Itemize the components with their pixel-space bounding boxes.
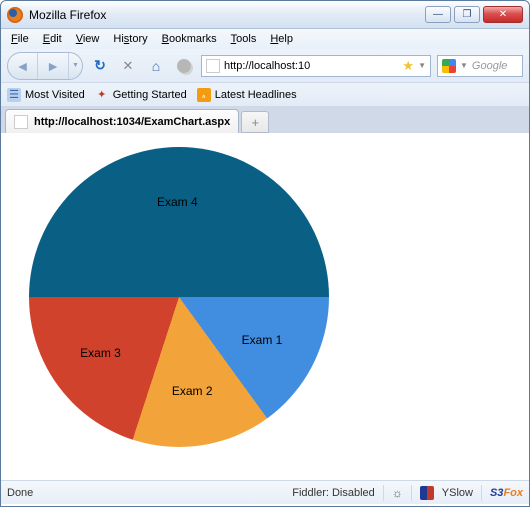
bookmark-label: Getting Started xyxy=(113,89,187,101)
pie-slice-label: Exam 1 xyxy=(242,333,283,347)
menubar: File Edit View History Bookmarks Tools H… xyxy=(1,29,529,49)
minimize-button[interactable]: — xyxy=(425,6,451,23)
pie-graphic xyxy=(29,147,329,447)
getting-started-icon: ✦ xyxy=(95,88,109,102)
menu-file[interactable]: File xyxy=(5,32,35,46)
tab-favicon xyxy=(14,115,28,129)
url-bar[interactable]: http://localhost:10 ★ ▼ xyxy=(201,55,431,77)
search-bar[interactable]: ▼ Google xyxy=(437,55,523,77)
close-button[interactable]: ✕ xyxy=(483,6,523,23)
firebug-icon[interactable]: ☼ xyxy=(392,486,403,500)
url-dropdown-icon[interactable]: ▼ xyxy=(418,61,426,70)
menu-tools[interactable]: Tools xyxy=(225,32,263,46)
rss-icon: ៱ xyxy=(197,88,211,102)
menu-view[interactable]: View xyxy=(70,32,106,46)
home-button[interactable]: ⌂ xyxy=(145,55,167,77)
bookmarks-toolbar: ☰ Most Visited ✦ Getting Started ៱ Lates… xyxy=(1,83,529,107)
menu-edit[interactable]: Edit xyxy=(37,32,68,46)
pie-chart: Exam 1 Exam 2 Exam 3 Exam 4 xyxy=(29,147,329,447)
nav-history-dropdown[interactable]: ▼ xyxy=(68,53,82,79)
maximize-button[interactable]: ❐ xyxy=(454,6,480,23)
bookmark-getting-started[interactable]: ✦ Getting Started xyxy=(95,88,187,102)
s3fox-label[interactable]: S3Fox xyxy=(490,487,523,499)
pie-slice-label: Exam 3 xyxy=(80,346,121,360)
stop-button[interactable]: ✕ xyxy=(117,55,139,77)
status-bar: Done Fiddler: Disabled ☼ YSlow S3Fox xyxy=(1,480,529,504)
back-button[interactable]: ◄ xyxy=(8,53,38,79)
most-visited-icon: ☰ xyxy=(7,88,21,102)
pie-slice-label: Exam 2 xyxy=(172,384,213,398)
tab-strip: http://localhost:1034/ExamChart.aspx + xyxy=(1,107,529,133)
firefox-icon xyxy=(7,7,23,23)
google-icon xyxy=(442,59,456,73)
search-engine-dropdown[interactable]: ▼ xyxy=(460,61,468,70)
page-content: Exam 1 Exam 2 Exam 3 Exam 4 xyxy=(1,133,529,480)
new-tab-button[interactable]: + xyxy=(241,111,269,133)
pie-slice-label: Exam 4 xyxy=(157,195,198,209)
menu-bookmarks[interactable]: Bookmarks xyxy=(156,32,223,46)
window-titlebar: Mozilla Firefox — ❐ ✕ xyxy=(1,1,529,29)
bookmark-latest-headlines[interactable]: ៱ Latest Headlines xyxy=(197,88,297,102)
fiddler-status[interactable]: Fiddler: Disabled xyxy=(292,487,375,499)
yslow-label[interactable]: YSlow xyxy=(442,487,473,499)
menu-history[interactable]: History xyxy=(107,32,153,46)
search-placeholder: Google xyxy=(472,60,518,72)
navigation-toolbar: ◄ ► ▼ ↻ ✕ ⌂ http://localhost:10 ★ ▼ ▼ Go… xyxy=(1,49,529,83)
addon-icon[interactable] xyxy=(173,55,195,77)
bookmark-label: Most Visited xyxy=(25,89,85,101)
tab-active[interactable]: http://localhost:1034/ExamChart.aspx xyxy=(5,109,239,133)
bookmark-label: Latest Headlines xyxy=(215,89,297,101)
page-favicon xyxy=(206,59,220,73)
forward-button[interactable]: ► xyxy=(38,53,68,79)
tab-title: http://localhost:1034/ExamChart.aspx xyxy=(34,116,230,128)
menu-help[interactable]: Help xyxy=(264,32,299,46)
window-title: Mozilla Firefox xyxy=(29,8,425,22)
yslow-icon[interactable] xyxy=(420,486,434,500)
reload-button[interactable]: ↻ xyxy=(89,55,111,77)
url-text: http://localhost:10 xyxy=(224,60,398,72)
bookmark-most-visited[interactable]: ☰ Most Visited xyxy=(7,88,85,102)
bookmark-star-icon[interactable]: ★ xyxy=(402,58,414,74)
status-text: Done xyxy=(7,487,284,499)
